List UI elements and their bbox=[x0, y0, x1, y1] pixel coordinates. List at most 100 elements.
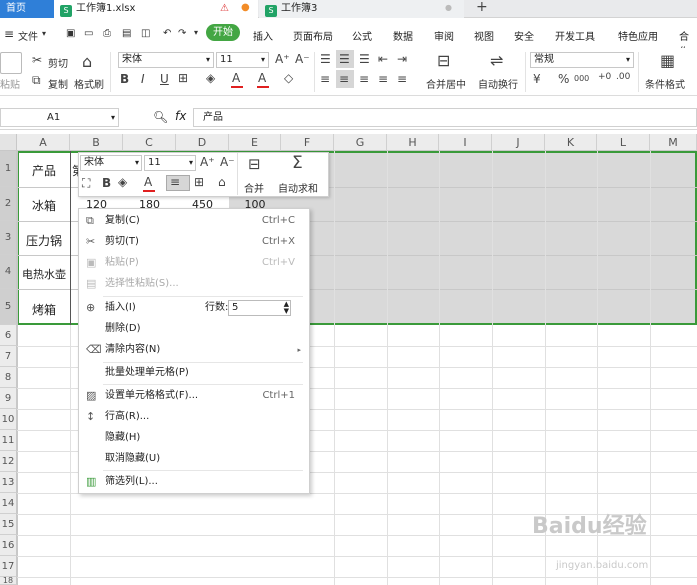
eraser-icon[interactable]: ◇ bbox=[284, 71, 293, 85]
row-header[interactable]: 13 bbox=[0, 472, 17, 493]
tab-workbook3[interactable]: S 工作簿3 ● bbox=[259, 0, 464, 18]
format-painter-icon[interactable]: ⌂ bbox=[218, 175, 226, 189]
spinner-icon[interactable]: ▲ ▼ bbox=[284, 301, 289, 315]
menu-item-cut[interactable]: ✂ 剪切(T) Ctrl+X bbox=[79, 232, 309, 252]
underline-button[interactable]: U bbox=[160, 72, 169, 86]
align-top-icon[interactable]: ☰ bbox=[320, 52, 331, 66]
wrap-text-icon[interactable]: ⇌ bbox=[490, 51, 503, 70]
column-header[interactable]: G bbox=[334, 134, 387, 151]
increase-decimal-icon[interactable]: +0 bbox=[598, 72, 611, 82]
menu-special[interactable]: 特色应用 bbox=[618, 28, 658, 43]
thousands-button[interactable]: 000 bbox=[574, 74, 589, 83]
percent-button[interactable]: % bbox=[558, 72, 569, 86]
row-header[interactable]: 3 bbox=[0, 221, 17, 255]
row-header[interactable]: 1 bbox=[0, 151, 17, 187]
conditional-format-button[interactable]: 条件格式 bbox=[645, 76, 685, 91]
folder-icon[interactable]: ▭ bbox=[84, 28, 93, 39]
row-header[interactable]: 10 bbox=[0, 409, 17, 430]
menu-data[interactable]: 数据 bbox=[393, 28, 413, 43]
row-header[interactable]: 2 bbox=[0, 187, 17, 221]
redo-icon[interactable]: ↷ bbox=[178, 28, 186, 39]
fx-icon[interactable]: fx bbox=[175, 109, 186, 123]
conditional-format-icon[interactable]: ▦ bbox=[660, 51, 675, 70]
print-icon[interactable]: ⎙ bbox=[103, 28, 111, 39]
row-header[interactable]: 7 bbox=[0, 346, 17, 367]
cell-a1[interactable]: 产品 bbox=[18, 162, 70, 179]
tab-workbook1[interactable]: S 工作簿1.xlsx ⚠ ● bbox=[54, 0, 258, 18]
font-color-icon[interactable]: A bbox=[258, 71, 266, 85]
decrease-font-icon[interactable]: A⁻ bbox=[220, 155, 235, 169]
number-format-select[interactable]: 常规 ▾ bbox=[530, 52, 634, 68]
decrease-decimal-icon[interactable]: .00 bbox=[616, 72, 630, 82]
align-bottom-icon[interactable]: ☰ bbox=[359, 52, 370, 66]
font-color-icon[interactable]: A bbox=[144, 175, 152, 189]
fill-color-icon[interactable]: ◈ bbox=[118, 175, 127, 189]
font-name-select[interactable]: 宋体 ▾ bbox=[118, 52, 214, 68]
menu-formulas[interactable]: 公式 bbox=[352, 28, 372, 43]
menu-page-layout[interactable]: 页面布局 bbox=[293, 28, 333, 43]
currency-icon[interactable]: ¥ bbox=[533, 72, 541, 86]
menu-view[interactable]: 视图 bbox=[474, 28, 494, 43]
align-left-icon[interactable]: ≡ bbox=[320, 72, 330, 86]
distributed-icon[interactable]: ≡ bbox=[397, 72, 407, 86]
mini-font-name-select[interactable]: 宋体 ▾ bbox=[80, 155, 142, 171]
row-header[interactable]: 16 bbox=[0, 535, 17, 556]
column-header[interactable]: D bbox=[176, 134, 229, 151]
menu-item-delete[interactable]: 删除(D) bbox=[79, 319, 309, 339]
mini-merge-button[interactable]: 合并 bbox=[244, 180, 264, 195]
mini-autosum-button[interactable]: 自动求和 bbox=[278, 180, 318, 195]
cell-a2[interactable]: 冰箱 bbox=[18, 197, 70, 214]
font-size-select[interactable]: 11 ▾ bbox=[216, 52, 269, 68]
rows-count-input[interactable]: 5 ▲ ▼ bbox=[228, 300, 291, 316]
undo-icon[interactable]: ↶ bbox=[163, 28, 171, 39]
column-header[interactable]: I bbox=[439, 134, 492, 151]
fill-color-icon[interactable]: ◈ bbox=[206, 71, 215, 85]
sigma-icon[interactable]: Σ bbox=[292, 153, 303, 173]
italic-button[interactable]: I bbox=[141, 72, 145, 86]
tab-home[interactable]: 首页 bbox=[0, 0, 54, 18]
menu-item-row-height[interactable]: ↕ 行高(R)... bbox=[79, 407, 309, 427]
increase-font-icon[interactable]: A⁺ bbox=[275, 52, 290, 66]
row-header[interactable]: 9 bbox=[0, 388, 17, 409]
format-painter-icon[interactable]: ⌂ bbox=[82, 52, 92, 71]
row-header[interactable]: 11 bbox=[0, 430, 17, 451]
menu-item-hide[interactable]: 隐藏(H) bbox=[79, 428, 309, 448]
cell-a4[interactable]: 电热水壶 bbox=[18, 266, 70, 282]
column-header[interactable]: F bbox=[281, 134, 334, 151]
align-right-icon[interactable]: ≡ bbox=[359, 72, 369, 86]
bold-button[interactable]: B bbox=[120, 72, 129, 86]
scissors-icon[interactable]: ✂ bbox=[32, 53, 42, 67]
menu-review[interactable]: 审阅 bbox=[434, 28, 454, 43]
shrink-icon[interactable]: ⛶ bbox=[82, 176, 90, 191]
hamburger-icon[interactable]: ≡ bbox=[4, 27, 14, 41]
column-header[interactable]: B bbox=[70, 134, 123, 151]
menu-item-format-cells[interactable]: ▨ 设置单元格格式(F)... Ctrl+1 bbox=[79, 386, 309, 406]
copy-icon[interactable]: ⧉ bbox=[32, 73, 41, 88]
column-header[interactable]: A bbox=[17, 134, 70, 151]
row-header[interactable]: 15 bbox=[0, 514, 17, 535]
column-header[interactable]: K bbox=[545, 134, 597, 151]
format-painter-button[interactable]: 格式刷 bbox=[74, 76, 104, 91]
new-tab-button[interactable]: + bbox=[476, 0, 488, 15]
merge-center-icon[interactable]: ⊟ bbox=[437, 51, 450, 70]
menu-insert[interactable]: 插入 bbox=[253, 28, 273, 43]
border-icon[interactable]: ⊞ bbox=[194, 175, 204, 189]
menu-security[interactable]: 安全 bbox=[514, 28, 534, 43]
menu-item-unhide[interactable]: 取消隐藏(U) bbox=[79, 449, 309, 469]
search-icon[interactable]: 🔍︎ bbox=[153, 110, 168, 124]
menu-file[interactable]: 文件 bbox=[18, 28, 38, 43]
name-box[interactable]: A1 ▾ bbox=[0, 108, 119, 127]
preview-icon[interactable]: ▤ bbox=[122, 28, 131, 39]
paste-button[interactable]: 粘贴 bbox=[0, 76, 20, 91]
save-icon[interactable]: ▣ bbox=[66, 28, 75, 39]
mini-bold-button[interactable]: B bbox=[102, 176, 111, 190]
menu-developer[interactable]: 开发工具 bbox=[555, 28, 595, 43]
column-header[interactable]: C bbox=[123, 134, 176, 151]
copy-button[interactable]: 复制 bbox=[48, 76, 68, 91]
row-header[interactable]: 8 bbox=[0, 367, 17, 388]
menu-item-clear[interactable]: ⌫ 清除内容(N) ▸ bbox=[79, 340, 309, 360]
merge-center-button[interactable]: 合并居中 bbox=[426, 76, 466, 91]
row-header[interactable]: 14 bbox=[0, 493, 17, 514]
column-header[interactable]: L bbox=[597, 134, 650, 151]
menu-item-filter-column[interactable]: ▥ 筛选列(L)... bbox=[79, 472, 309, 492]
